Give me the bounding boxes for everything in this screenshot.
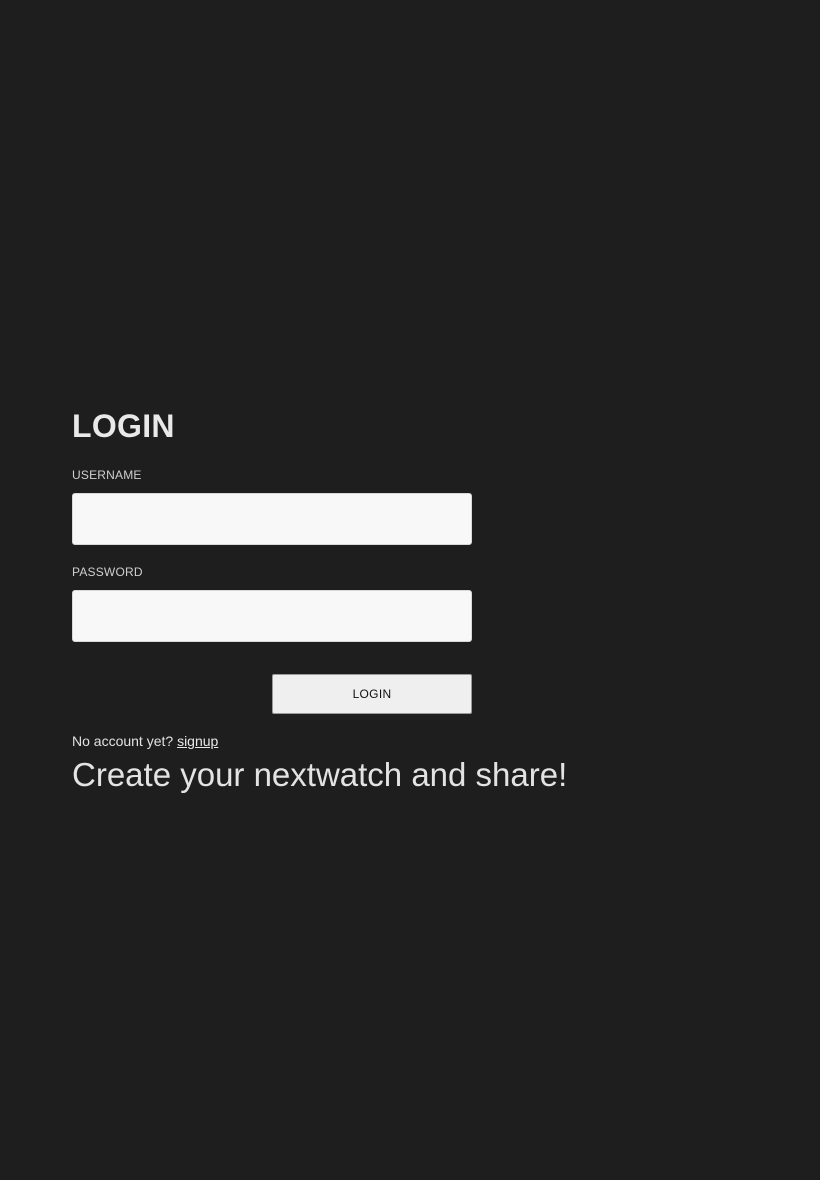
tagline: Create your nextwatch and share! — [72, 756, 568, 793]
login-form: LOGIN USERNAME PASSWORD LOGIN No account… — [72, 406, 592, 796]
password-input[interactable] — [72, 590, 472, 642]
signup-prompt: No account yet? signup — [72, 732, 592, 750]
login-title: LOGIN — [72, 408, 175, 444]
password-label: PASSWORD — [72, 565, 143, 579]
signup-prompt-text: No account yet? — [72, 733, 174, 749]
login-button-row: LOGIN — [72, 674, 472, 714]
username-input[interactable] — [72, 493, 472, 545]
login-button[interactable]: LOGIN — [272, 674, 472, 714]
username-label: USERNAME — [72, 468, 142, 482]
signup-link[interactable]: signup — [177, 733, 218, 749]
